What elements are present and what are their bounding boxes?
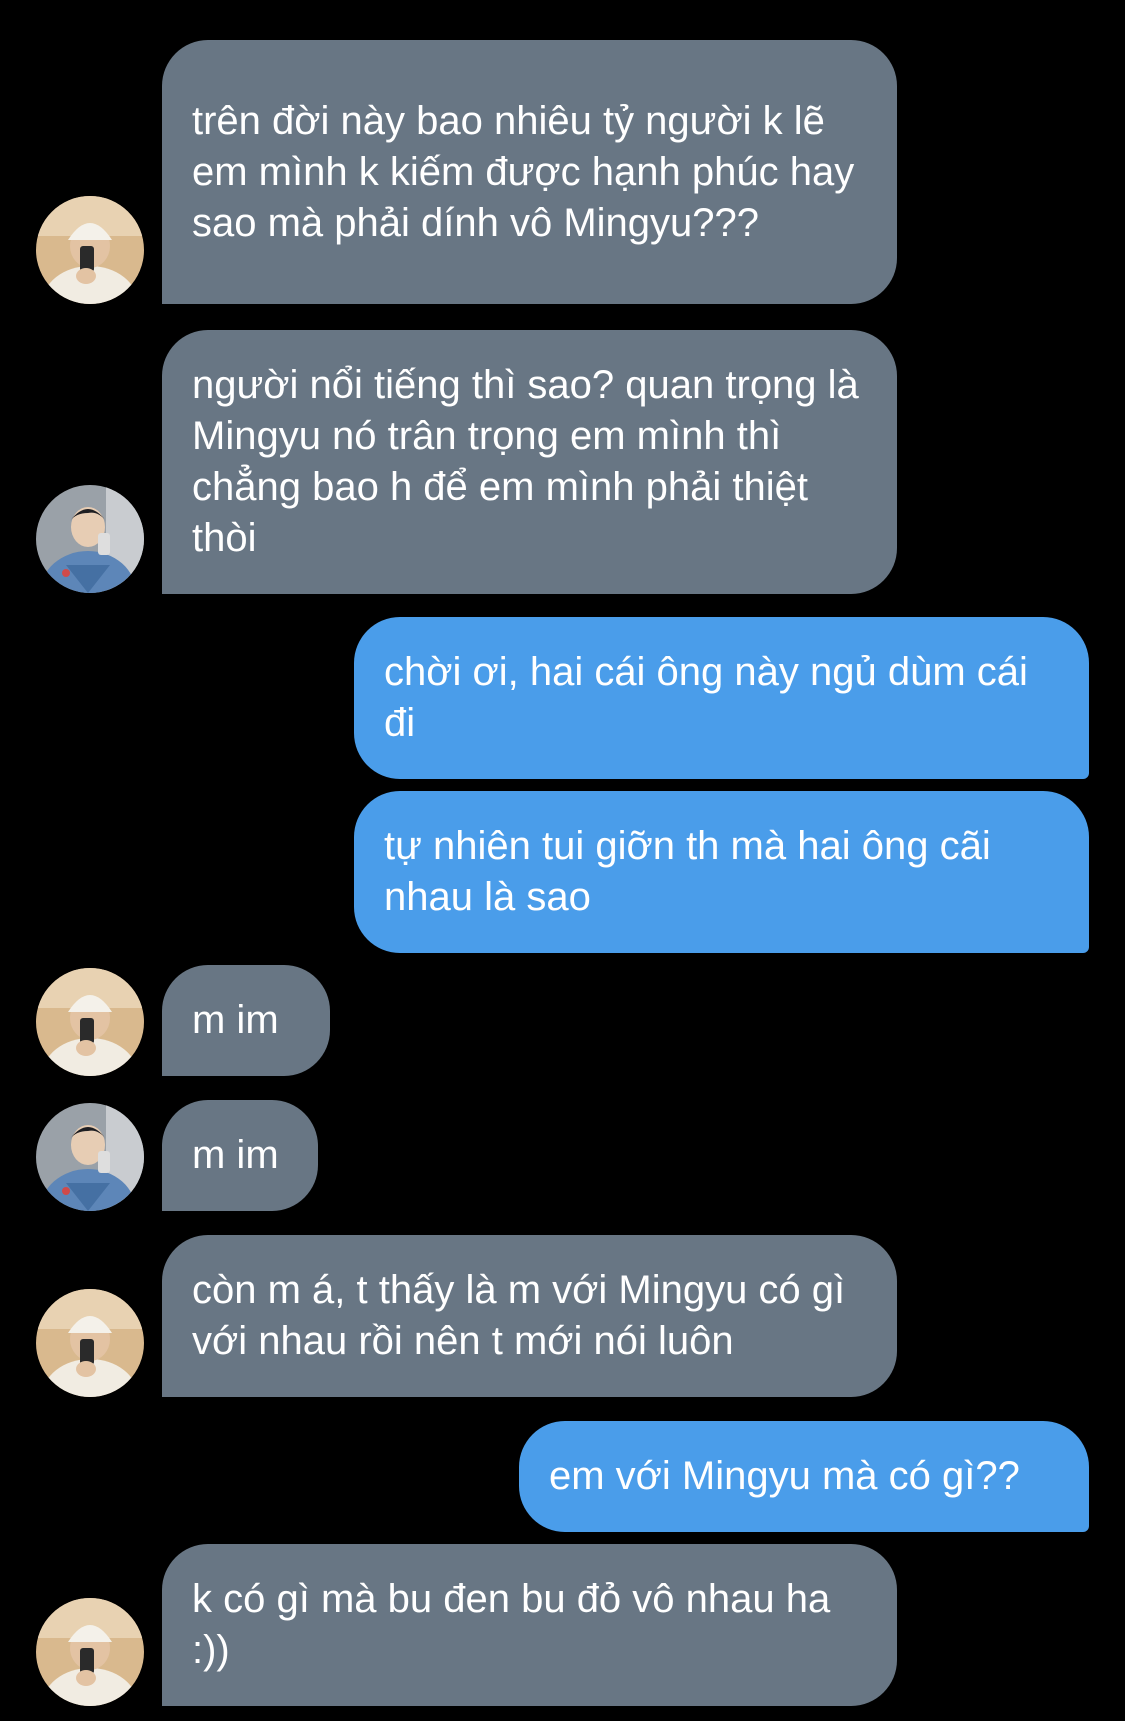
message-bubble-incoming[interactable]: trên đời này bao nhiêu tỷ người k lẽ em … [162,40,897,304]
message-text: trên đời này bao nhiêu tỷ người k lẽ em … [192,98,855,245]
message-text: k có gì mà bu đen bu đỏ vô nhau ha :)) [192,1577,831,1672]
message-text: tự nhiên tui giỡn th mà hai ông cãi nhau… [384,824,991,919]
avatar-person-white-beanie-icon[interactable] [36,968,144,1076]
message-bubble-outgoing[interactable]: chời ơi, hai cái ông này ngủ dùm cái đi [354,617,1089,779]
message-bubble-outgoing[interactable]: tự nhiên tui giỡn th mà hai ông cãi nhau… [354,791,1089,953]
message-text: m im [192,998,279,1042]
message-bubble-incoming[interactable]: m im [162,965,330,1076]
message-text: chời ơi, hai cái ông này ngủ dùm cái đi [384,650,1028,745]
message-text: còn m á, t thấy là m với Mingyu có gì vớ… [192,1268,846,1363]
message-text: người nổi tiếng thì sao? quan trọng là M… [192,363,859,560]
avatar-person-white-beanie-icon[interactable] [36,196,144,304]
avatar-person-denim-jacket-icon[interactable] [36,1103,144,1211]
avatar-person-white-beanie-icon[interactable] [36,1289,144,1397]
message-text: m im [192,1133,279,1177]
message-bubble-outgoing[interactable]: em với Mingyu mà có gì?? [519,1421,1089,1532]
avatar-person-denim-jacket-icon[interactable] [36,485,144,593]
message-bubble-incoming[interactable]: k có gì mà bu đen bu đỏ vô nhau ha :)) [162,1544,897,1706]
avatar-person-white-beanie-icon[interactable] [36,1598,144,1706]
message-bubble-incoming[interactable]: người nổi tiếng thì sao? quan trọng là M… [162,330,897,594]
message-bubble-incoming[interactable]: m im [162,1100,318,1211]
message-text: em với Mingyu mà có gì?? [549,1454,1020,1498]
message-bubble-incoming[interactable]: còn m á, t thấy là m với Mingyu có gì vớ… [162,1235,897,1397]
